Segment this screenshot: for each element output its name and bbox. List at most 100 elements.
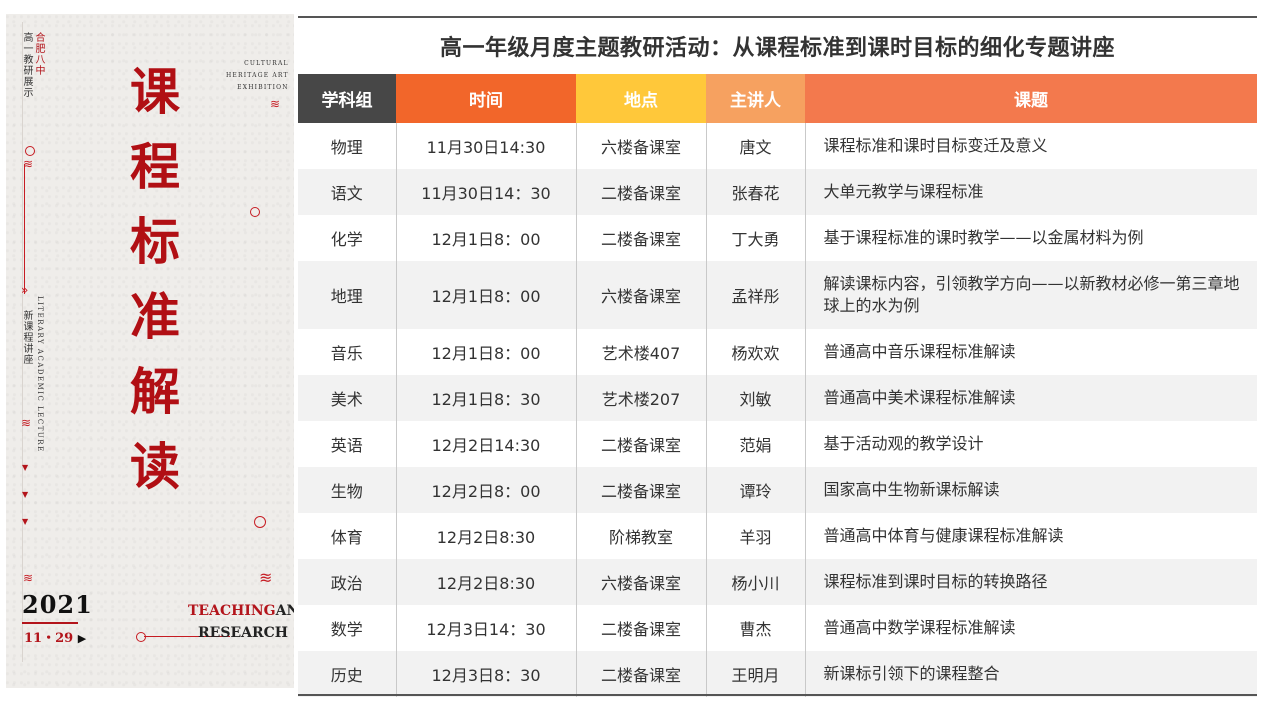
cell-time: 12月2日8:30 <box>395 559 576 605</box>
cell-place: 二楼备课室 <box>575 605 706 651</box>
cell-topic: 课程标准和课时目标变迁及意义 <box>804 123 1257 169</box>
table-row: 音乐 12月1日8：00 艺术楼407 杨欢欢 普通高中音乐课程标准解读 <box>298 329 1257 375</box>
cell-topic: 普通高中数学课程标准解读 <box>804 605 1257 651</box>
poster-teaching-research: TEACHINGAND RESEARCH <box>188 600 294 644</box>
cell-subject: 音乐 <box>330 344 363 363</box>
table-row: 地理 12月1日8：00 六楼备课室 孟祥彤 解读课标内容，引领教学方向——以新… <box>298 261 1257 329</box>
poster-chevron-icon: » <box>21 283 28 297</box>
cell-subject: 语文 <box>298 169 396 215</box>
poster-year-rule <box>22 622 78 624</box>
poster-title-char: 读 <box>130 437 180 496</box>
cell-speaker: 谭玲 <box>705 467 805 513</box>
poster-image: 合肥八中 高一教研展示 ≋ » 新课程讲座 LITERARY ACADEMIC … <box>6 14 294 688</box>
cell-speaker: 杨欢欢 <box>705 329 805 375</box>
cell-subject: 政治 <box>298 559 396 605</box>
table-row: 化学 12月1日8：00 二楼备课室 丁大勇 基于课程标准的课时教学——以金属材… <box>298 215 1257 261</box>
cell-time: 12月2日14:30 <box>395 421 576 467</box>
cell-speaker: 曹杰 <box>705 605 805 651</box>
header-topic: 课题 <box>805 74 1257 123</box>
cell-place: 六楼备课室 <box>575 559 706 605</box>
table-row: 美术 12月1日8：30 艺术楼207 刘敏 普通高中美术课程标准解读 <box>298 375 1257 421</box>
cell-topic: 基于课程标准的课时教学——以金属材料为例 <box>804 215 1257 261</box>
cell-topic: 普通高中美术课程标准解读 <box>804 375 1257 421</box>
table-row: 体育 12月2日8:30 阶梯教室 羊羽 普通高中体育与健康课程标准解读 <box>298 513 1257 559</box>
poster-triangle-icons: ▼ ▼ ▼ <box>22 463 29 526</box>
cell-place: 二楼备课室 <box>575 169 706 215</box>
cell-place: 二楼备课室 <box>575 467 706 513</box>
cell-place: 二楼备课室 <box>575 651 706 697</box>
table-bottom-rule <box>298 694 1257 696</box>
cell-subject: 化学 <box>330 230 363 249</box>
table-row: 英语 12月2日14:30 二楼备课室 范娟 基于活动观的教学设计 <box>298 421 1257 467</box>
cell-time: 12月1日8：00 <box>395 215 576 261</box>
poster-title-char: 准 <box>130 287 180 346</box>
cell-subject: 历史 <box>298 651 396 697</box>
poster-title-char: 程 <box>130 137 180 196</box>
poster-wave-icon: ≋ <box>259 568 272 587</box>
poster-english-line: CULTURAL <box>244 60 289 67</box>
poster-english-heading: CULTURAL HERITAGE ART EXHIBITION <box>226 58 289 94</box>
cell-subject: 体育 <box>330 528 363 547</box>
cell-subject: 英语 <box>330 436 363 455</box>
header-place: 地点 <box>576 74 706 123</box>
table-row: 语文 11月30日14：30 二楼备课室 张春花 大单元教学与课程标准 <box>298 169 1257 215</box>
poster-circle-icon <box>250 207 260 217</box>
cell-place: 艺术楼407 <box>575 329 706 375</box>
cell-time: 12月3日8：30 <box>395 651 576 697</box>
poster-vertical-lecture: 新课程讲座 <box>21 310 32 365</box>
cell-subject: 数学 <box>330 620 363 639</box>
cell-time: 12月1日8：00 <box>395 329 576 375</box>
poster-teaching-word: TEACHING <box>188 603 276 619</box>
cell-speaker: 孟祥彤 <box>705 261 805 329</box>
poster-circle-icon <box>25 146 35 156</box>
table-row: 物理 11月30日14:30 六楼备课室 唐文 课程标准和课时目标变迁及意义 <box>298 123 1257 169</box>
cell-topic: 课程标准到课时目标的转换路径 <box>804 559 1257 605</box>
cell-place: 艺术楼207 <box>575 375 706 421</box>
cell-speaker: 杨小川 <box>705 559 805 605</box>
cell-topic: 基于活动观的教学设计 <box>804 421 1257 467</box>
poster-date-text: 11・29 <box>24 631 74 646</box>
header-speaker: 主讲人 <box>706 74 805 123</box>
cell-speaker: 王明月 <box>705 651 805 697</box>
poster-title-char: 标 <box>130 212 180 271</box>
header-time: 时间 <box>396 74 576 123</box>
poster-circle-icon <box>136 632 146 642</box>
play-arrow-icon: ▶ <box>77 632 87 645</box>
cell-place: 二楼备课室 <box>575 215 706 261</box>
poster-main-title: 课 程 标 准 解 读 <box>120 54 190 504</box>
cell-speaker: 刘敏 <box>705 375 805 421</box>
poster-english-line: EXHIBITION <box>237 84 289 91</box>
header-subject: 学科组 <box>298 74 396 123</box>
cell-place: 阶梯教室 <box>575 513 706 559</box>
poster-vertical-english: LITERARY ACADEMIC LECTURE <box>36 296 44 453</box>
cell-time: 12月1日8：30 <box>395 375 576 421</box>
poster-red-rule <box>24 164 25 294</box>
poster-year: 2021 <box>22 590 93 619</box>
cell-place: 六楼备课室 <box>575 261 706 329</box>
poster-title-char: 课 <box>130 62 180 121</box>
cell-time: 12月1日8：00 <box>395 261 576 329</box>
cell-time: 11月30日14：30 <box>395 169 576 215</box>
cell-place: 六楼备课室 <box>575 123 706 169</box>
table-row: 政治 12月2日8:30 六楼备课室 杨小川 课程标准到课时目标的转换路径 <box>298 559 1257 605</box>
poster-english-line: HERITAGE ART <box>226 72 289 79</box>
poster-vertical-exhibit: 高一教研展示 <box>21 32 32 98</box>
table-top-rule <box>298 16 1257 18</box>
page-title: 高一年级月度主题教研活动：从课程标准到课时目标的细化专题讲座 <box>439 36 1115 61</box>
table-row: 数学 12月3日14：30 二楼备课室 曹杰 普通高中数学课程标准解读 <box>298 605 1257 651</box>
table-header-row: 学科组 时间 地点 主讲人 课题 <box>298 74 1257 123</box>
cell-subject: 美术 <box>298 375 396 421</box>
cell-speaker: 丁大勇 <box>705 215 805 261</box>
cell-topic: 新课标引领下的课程整合 <box>804 651 1257 697</box>
cell-speaker: 范娟 <box>705 421 805 467</box>
cell-topic: 普通高中音乐课程标准解读 <box>804 329 1257 375</box>
cell-topic: 解读课标内容，引领教学方向——以新教材必修一第三章地球上的水为例 <box>804 261 1257 329</box>
poster-date: 11・29 ▶ <box>24 627 86 646</box>
cell-time: 11月30日14:30 <box>395 123 576 169</box>
poster-wave-icon: ≋ <box>21 416 31 430</box>
cell-topic: 大单元教学与课程标准 <box>804 169 1257 215</box>
poster-wave-icon: ≋ <box>270 97 280 111</box>
table-row: 生物 12月2日8：00 二楼备课室 谭玲 国家高中生物新课标解读 <box>298 467 1257 513</box>
cell-time: 12月3日14：30 <box>395 605 576 651</box>
poster-vertical-school: 合肥八中 <box>33 32 44 76</box>
